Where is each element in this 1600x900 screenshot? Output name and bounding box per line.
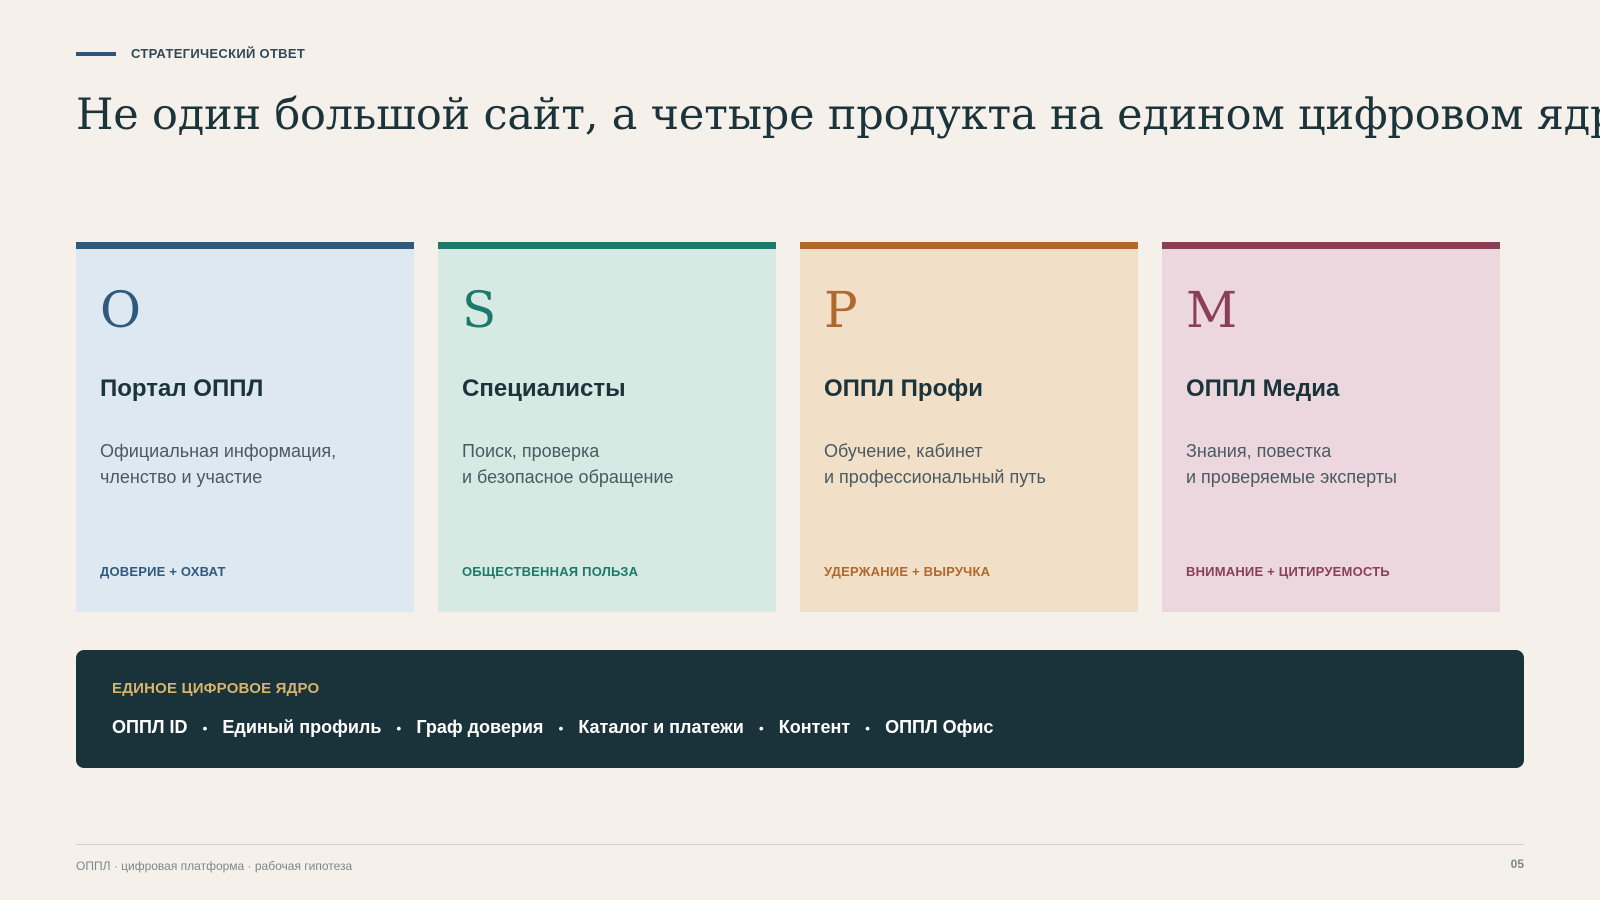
card-description: Поиск, проверка и безопасное обращение [462,441,674,487]
card-title: ОППЛ Профи [824,375,983,402]
bullet-separator: • [202,719,208,736]
product-card-specialists: S Специалисты Поиск, проверка и безопасн… [438,242,776,612]
eyebrow-label: СТРАТЕГИЧЕСКИЙ ОТВЕТ [131,46,306,61]
footer-text: ОППЛ · цифровая платформа · рабочая гипо… [76,859,353,873]
card-tag: ВНИМАНИЕ + ЦИТИРУЕМОСТЬ [1186,564,1390,579]
core-label: ЕДИНОЕ ЦИФРОВОЕ ЯДРО [112,680,320,697]
card-tag: УДЕРЖАНИЕ + ВЫРУЧКА [824,564,991,579]
card-description: Обучение, кабинет и профессиональный пут… [824,441,1046,487]
core-item: ОППЛ ID [112,717,188,737]
product-card-media: M ОППЛ Медиа Знания, повестка и проверяе… [1162,242,1500,612]
core-item: Граф доверия [416,717,544,737]
card-letter: M [1186,281,1238,339]
slide-title: Не один большой сайт, а четыре продукта … [76,90,1600,140]
card-title: Портал ОППЛ [100,375,264,402]
card-letter: P [824,281,858,339]
core-item: Контент [778,717,851,737]
bullet-separator: • [558,719,564,736]
product-cards: O Портал ОППЛ Официальная информация, чл… [76,242,1500,612]
product-card-portal: O Портал ОППЛ Официальная информация, чл… [76,242,414,612]
card-tag: ОБЩЕСТВЕННАЯ ПОЛЬЗА [462,564,639,579]
digital-core-panel: ЕДИНОЕ ЦИФРОВОЕ ЯДРО ОППЛ ID • Единый пр… [76,650,1524,768]
bullet-separator: • [865,719,871,736]
card-letter: O [100,281,141,339]
bullet-separator: • [758,719,764,736]
core-item: Единый профиль [222,717,382,737]
page-number: 05 [1510,857,1524,871]
card-tag: ДОВЕРИЕ + ОХВАТ [100,564,226,579]
card-title: Специалисты [462,375,626,402]
card-description: Официальная информация, членство и участ… [100,441,337,487]
footer-divider [76,844,1524,845]
core-item: Каталог и платежи [578,717,744,737]
eyebrow-accent-line [76,51,116,56]
card-title: ОППЛ Медиа [1186,375,1340,402]
card-description: Знания, повестка и проверяемые эксперты [1186,441,1397,487]
core-items-list: ОППЛ ID • Единый профиль • Граф доверия … [112,717,1488,738]
product-card-profi: P ОППЛ Профи Обучение, кабинет и професс… [800,242,1138,612]
section-eyebrow: СТРАТЕГИЧЕСКИЙ ОТВЕТ [76,46,305,61]
bullet-separator: • [396,719,402,736]
core-item: ОППЛ Офис [885,717,994,737]
card-letter: S [462,281,497,339]
